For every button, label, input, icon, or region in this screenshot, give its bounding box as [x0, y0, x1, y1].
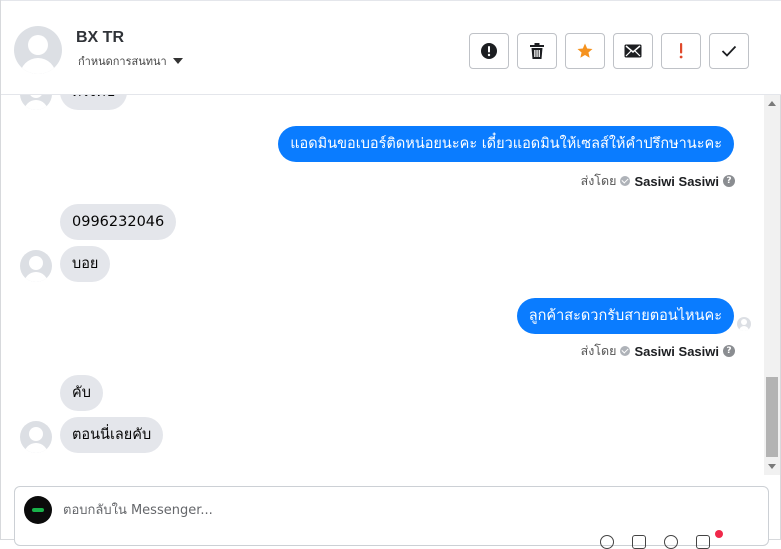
help-icon[interactable]: ?: [723, 175, 735, 187]
scrollbar-thumb[interactable]: [766, 377, 778, 457]
contact-name[interactable]: BX TR: [76, 29, 124, 47]
reply-composer: [14, 486, 769, 549]
conversation-header: BX TR กำหนดการสนทนา: [1, 0, 781, 95]
outgoing-message[interactable]: แอดมินขอเบอร์ติดหน่อยนะคะ เดี๋ยวแอดมินให…: [278, 126, 734, 162]
seen-indicator-avatar: [737, 317, 751, 331]
conversation-actions: [469, 33, 749, 69]
outgoing-message[interactable]: ลูกค้าสะดวกรับสายตอนไหนคะ: [516, 298, 734, 334]
scroll-down-icon[interactable]: [768, 464, 776, 469]
saved-reply-icon[interactable]: [600, 535, 614, 549]
incoming-message[interactable]: 0996232046: [60, 204, 177, 240]
sent-by-line: ส่งโดย Sasiwi Sasiwi ?: [581, 341, 735, 361]
incoming-message[interactable]: คับ: [60, 375, 103, 411]
incoming-message[interactable]: ตรงคับ: [60, 95, 128, 110]
emoji-icon[interactable]: [664, 535, 678, 549]
scroll-up-icon[interactable]: [768, 101, 776, 106]
sent-by-agent[interactable]: Sasiwi Sasiwi: [634, 344, 719, 359]
assign-conversation-dropdown[interactable]: กำหนดการสนทนา: [78, 52, 183, 70]
check-icon: [721, 45, 737, 57]
caret-down-icon: [172, 58, 183, 64]
sent-by-prefix: ส่งโดย: [580, 343, 617, 358]
verified-check-icon: [620, 346, 631, 356]
assign-conversation-label: กำหนดการสนทนา: [78, 55, 167, 68]
trash-icon: [530, 43, 544, 59]
exclamation-icon: [679, 43, 683, 59]
exclamation-circle-icon: [481, 43, 497, 59]
help-icon[interactable]: ?: [723, 345, 735, 357]
incoming-message[interactable]: บอย: [60, 246, 111, 282]
reply-input[interactable]: [63, 499, 703, 521]
done-button[interactable]: [709, 33, 749, 69]
delete-button[interactable]: [517, 33, 557, 69]
follow-up-button[interactable]: [661, 33, 701, 69]
spam-button[interactable]: [469, 33, 509, 69]
contact-avatar-small: [20, 250, 52, 282]
conversation-panel: BX TR กำหนดการสนทนา แอดมินขอเบอร์ติดหน่อ…: [0, 0, 781, 549]
mark-unread-button[interactable]: [613, 33, 653, 69]
attachment-icon[interactable]: [632, 535, 646, 549]
notification-dot: [715, 530, 723, 538]
contact-avatar-small: [20, 421, 52, 453]
star-button[interactable]: [565, 33, 605, 69]
message-thread[interactable]: ตรงคับ แอดมินขอเบอร์ติดหน่อยนะคะ เดี๋ยวแ…: [1, 95, 764, 475]
incoming-message[interactable]: ตอนนี่เลยคับ: [60, 417, 164, 453]
star-icon: [577, 43, 593, 58]
sent-by-line: ส่งโดย Sasiwi Sasiwi ?: [581, 171, 735, 191]
page-avatar: [24, 496, 52, 524]
more-tools-icon[interactable]: [696, 535, 710, 549]
thread-scrollbar[interactable]: [764, 95, 780, 475]
sent-by-prefix: ส่งโดย: [580, 173, 617, 188]
verified-check-icon: [620, 176, 631, 186]
envelope-icon: [624, 44, 642, 58]
contact-avatar[interactable]: [14, 26, 62, 74]
sent-by-agent[interactable]: Sasiwi Sasiwi: [634, 174, 719, 189]
contact-avatar-small: [20, 95, 52, 110]
composer-tools: [600, 535, 710, 549]
